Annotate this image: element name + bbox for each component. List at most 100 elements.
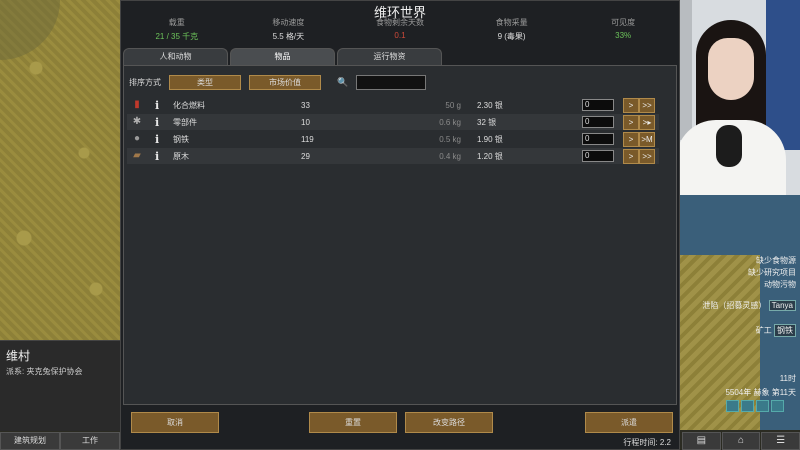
item-name: 原木	[173, 151, 189, 161]
pawn-tag[interactable]: 泄陷（招募灵感） Tanya	[702, 300, 796, 311]
add-one-button[interactable]: >	[623, 97, 639, 113]
add-one-button[interactable]: >	[623, 131, 639, 147]
factions-tab-icon[interactable]: ⌂	[721, 432, 761, 450]
pawn-label: 矿工	[755, 326, 772, 335]
alert-item[interactable]: 缺少食物源	[748, 255, 796, 267]
item-mass: 0.4 kg	[439, 151, 461, 161]
transfer-count-input[interactable]: 0	[582, 99, 614, 111]
transfer-count-input[interactable]: 0	[582, 116, 614, 128]
stat-value: 33%	[615, 31, 632, 40]
tab-travel-supplies[interactable]: 运行物资	[337, 48, 442, 65]
item-quantity: 119	[301, 134, 314, 144]
time-info: 11时 5504年 赫象 第11天	[725, 372, 796, 400]
date-label: 5504年 赫象 第11天	[725, 388, 796, 397]
streamer-face	[708, 38, 754, 100]
stat-value: 21 / 35 千克	[155, 32, 199, 41]
item-mass: 0.5 kg	[439, 134, 461, 144]
pause-button[interactable]	[726, 400, 739, 412]
pawn-label: 泄陷（招募灵感）	[702, 301, 767, 310]
add-all-button[interactable]: >>	[639, 148, 655, 164]
alert-item[interactable]: 缺少研究项目	[748, 267, 796, 279]
send-button[interactable]: 派遣	[585, 412, 673, 433]
search-icon: 🔍	[337, 77, 349, 87]
item-price: 2.30 银	[477, 100, 503, 110]
item-name: 化合燃料	[173, 100, 205, 110]
item-name: 钢铁	[173, 134, 189, 144]
item-mass: 0.6 kg	[439, 117, 461, 127]
stat-mass: 载重 21 / 35 千克	[121, 17, 233, 42]
stat-label: 食物采量	[495, 18, 528, 27]
reset-button[interactable]: 重置	[309, 412, 397, 433]
trip-time: 行程时间: 2.2	[623, 438, 671, 447]
item-quantity: 33	[301, 100, 310, 110]
river	[0, 0, 60, 60]
curtain	[766, 0, 800, 150]
speed-2-button[interactable]	[756, 400, 769, 412]
stat-label: 移动速度	[272, 18, 305, 27]
change-route-button[interactable]: 改变路径	[405, 412, 493, 433]
info-icon[interactable]: i	[155, 133, 159, 146]
info-icon[interactable]: i	[155, 116, 159, 129]
stat-label: 食物剩余天数	[375, 18, 424, 27]
item-name: 零部件	[173, 117, 197, 127]
alert-item[interactable]: 动物污物	[748, 279, 796, 291]
stat-speed: 移动速度 5.5 格/天	[233, 17, 345, 42]
sort-by-type-button[interactable]: 类型	[169, 75, 241, 90]
item-price: 32 银	[477, 117, 497, 127]
work-tab-button[interactable]: 工作	[60, 432, 120, 450]
tab-bar: 人和动物 物品 运行物资	[123, 48, 442, 65]
tab-pawns[interactable]: 人和动物	[123, 48, 228, 65]
stats-row: 载重 21 / 35 千克 移动速度 5.5 格/天 食物剩余天数 0.1 食物…	[121, 17, 679, 42]
steel-icon: ●	[133, 133, 141, 144]
stat-value: 5.5 格/天	[272, 32, 305, 41]
speed-3-button[interactable]	[771, 400, 784, 412]
info-icon[interactable]: i	[155, 99, 159, 112]
info-icon[interactable]: i	[155, 150, 159, 163]
transfer-count-input[interactable]: 0	[582, 133, 614, 145]
sort-by-value-button[interactable]: 市场价值	[249, 75, 321, 90]
menu-tab-icon[interactable]: ☰	[761, 432, 800, 450]
caravan-dialog: 维环世界 载重 21 / 35 千克 移动速度 5.5 格/天 食物剩余天数 0…	[120, 0, 680, 450]
wood-icon: ▰	[133, 150, 141, 161]
sea	[680, 195, 800, 255]
add-all-button[interactable]: >>	[639, 97, 655, 113]
item-quantity: 29	[301, 151, 310, 161]
tab-items[interactable]: 物品	[230, 48, 335, 65]
stat-value: 9 (毒果)	[497, 32, 526, 41]
item-row[interactable]: ● i 钢铁 119 0.5 kg 1.90 银 0 > >M	[127, 131, 659, 147]
add-all-button[interactable]: >▸	[639, 114, 655, 130]
main-tabs-right: ▤ ⌂ ☰	[682, 432, 800, 450]
item-mass: 50 g	[445, 100, 461, 110]
stat-label: 可见度	[611, 18, 636, 27]
search-input[interactable]	[356, 75, 427, 90]
add-one-button[interactable]: >	[623, 148, 639, 164]
stat-food-days: 食物剩余天数 0.1	[344, 17, 456, 42]
item-price: 1.90 银	[477, 134, 503, 144]
components-icon: ✱	[132, 116, 142, 127]
item-row[interactable]: ▰ i 原木 29 0.4 kg 1.20 银 0 > >>	[127, 148, 659, 164]
microphone	[716, 125, 742, 167]
add-all-button[interactable]: >M	[639, 131, 655, 147]
stat-label: 载重	[168, 18, 185, 27]
settlement-name: 维村	[6, 349, 31, 363]
item-price: 1.20 银	[477, 151, 503, 161]
item-list: ▮ i 化合燃料 33 50 g 2.30 银 0 > >> ✱ i 零部件 10 0.6 kg 32 银0…	[127, 97, 659, 165]
world-map-left[interactable]	[0, 0, 120, 340]
stat-value: 0.1	[394, 31, 406, 40]
sort-row: 排序方式 类型 市场价值 🔍	[129, 75, 427, 90]
main-tabs-left: 建筑规划 工作	[0, 432, 120, 450]
add-one-button[interactable]: >	[623, 114, 639, 130]
item-row[interactable]: ✱ i 零部件 10 0.6 kg 32 银 0 > >▸	[127, 114, 659, 130]
pawn-tag[interactable]: 矿工 钢铁	[756, 324, 796, 337]
pawn-name: 钢铁	[774, 324, 796, 337]
item-row[interactable]: ▮ i 化合燃料 33 50 g 2.30 银 0 > >>	[127, 97, 659, 113]
chemfuel-icon: ▮	[134, 99, 140, 110]
transfer-count-input[interactable]: 0	[582, 150, 614, 162]
speed-1-button[interactable]	[741, 400, 754, 412]
architect-tab-button[interactable]: 建筑规划	[0, 432, 60, 450]
time-hour: 11时	[779, 374, 796, 383]
history-tab-icon[interactable]: ▤	[682, 432, 721, 450]
alerts-list: 缺少食物源 缺少研究项目 动物污物	[748, 255, 796, 291]
cancel-button[interactable]: 取消	[131, 412, 219, 433]
speed-controls	[726, 400, 784, 412]
